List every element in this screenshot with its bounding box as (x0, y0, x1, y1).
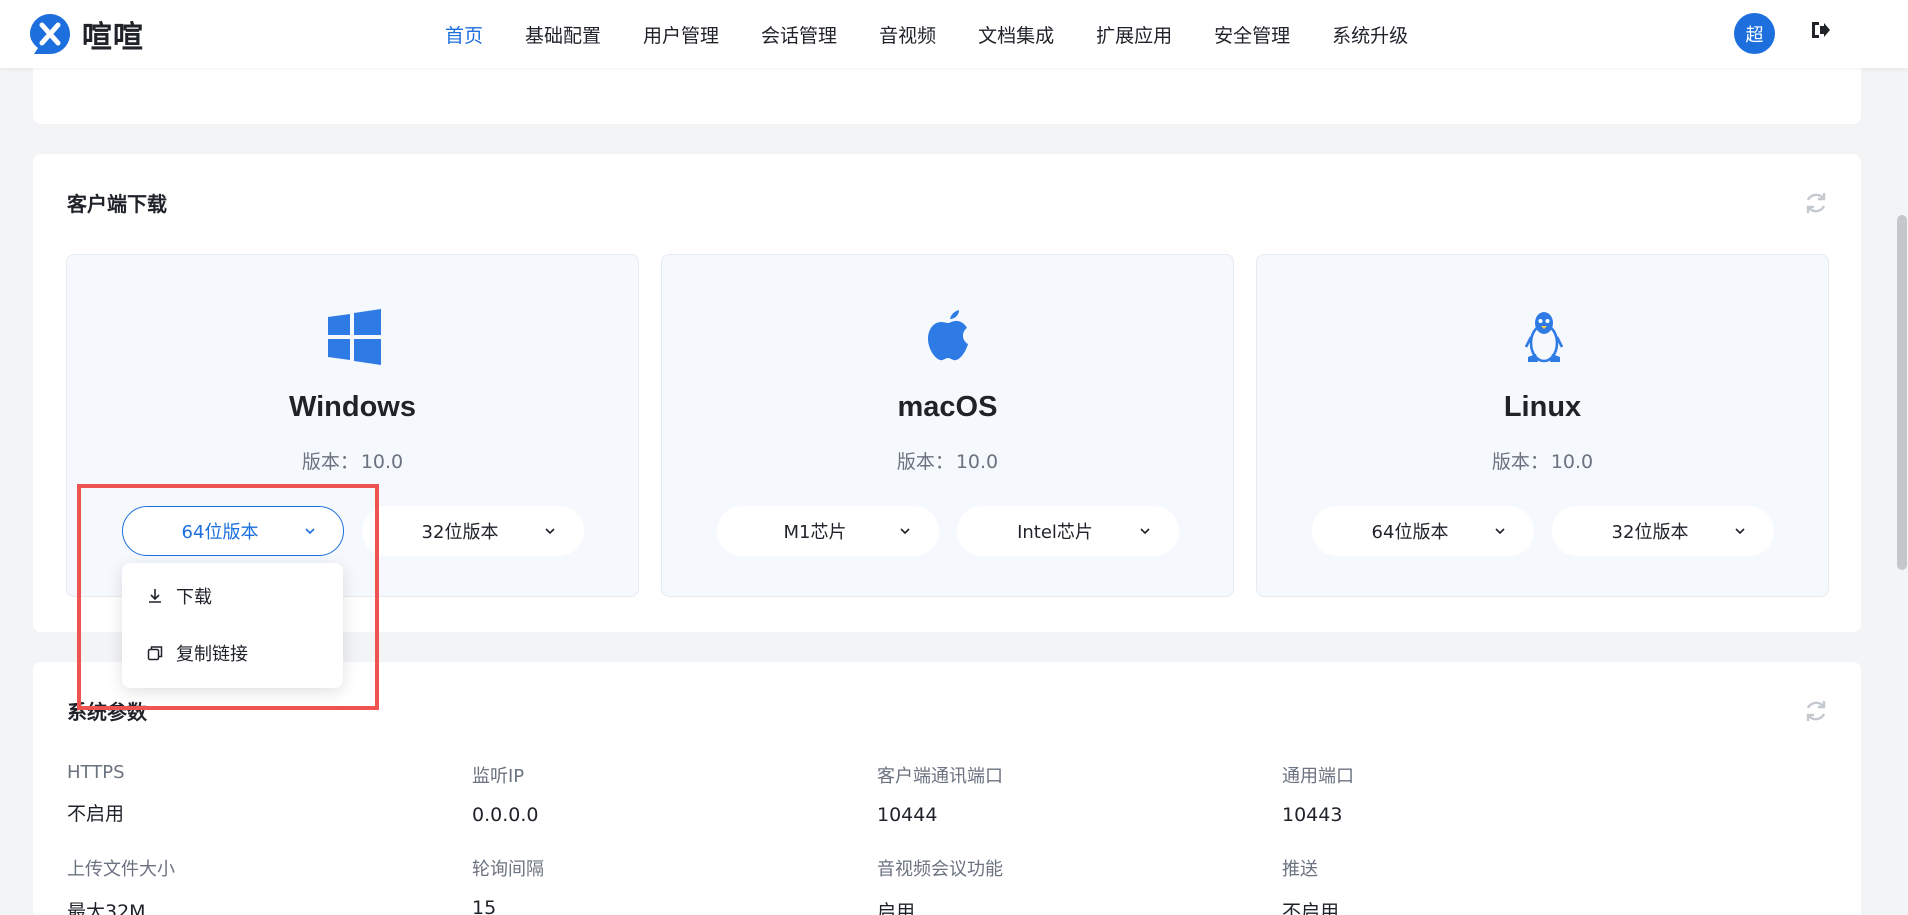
nav-session-management[interactable]: 会话管理 (761, 21, 837, 48)
param-value: 启用 (877, 901, 916, 915)
param-label: 轮询间隔 (472, 859, 544, 880)
version-label: 版本： (301, 451, 359, 473)
chevron-down-icon (545, 528, 555, 535)
chevron-down-icon (1495, 528, 1505, 535)
platform-name: macOS (897, 391, 998, 423)
chevron-down-icon (305, 528, 315, 535)
nav-home[interactable]: 首页 (445, 21, 483, 48)
param-label: 监听IP (472, 766, 525, 787)
section-title: 客户端下载 (67, 192, 167, 216)
linux-icon (1524, 312, 1564, 363)
nav-extensions[interactable]: 扩展应用 (1096, 21, 1172, 48)
platform-panel-linux: Linux 版本： 10.0 64位版本 32位版本 (1256, 254, 1829, 597)
version-label: 版本： (1491, 451, 1549, 473)
platform-version: 版本： 10.0 (1257, 447, 1828, 474)
nav-system-upgrade[interactable]: 系统升级 (1332, 21, 1408, 48)
dropdown-item-copy-link[interactable]: 复制链接 (146, 638, 248, 668)
download-m1-button[interactable]: M1芯片 (717, 506, 939, 556)
platform-version: 版本： 10.0 (67, 447, 638, 474)
user-avatar[interactable]: 超 (1734, 13, 1775, 54)
dropdown-item-label: 下载 (176, 587, 212, 608)
param-common-port: 通用端口 10443 (1282, 762, 1354, 826)
param-value: 不启用 (1282, 901, 1340, 915)
top-navbar: 喧喧 首页 基础配置 用户管理 会话管理 音视频 文档集成 扩展应用 安全管理 … (0, 0, 1908, 68)
platform-panel-windows: Windows 版本： 10.0 64位版本 32位版本 (66, 254, 639, 597)
version-value: 10.0 (955, 451, 999, 473)
button-label: 32位版本 (421, 522, 499, 543)
button-label: 32位版本 (1611, 522, 1689, 543)
button-label: 64位版本 (1371, 522, 1449, 543)
download-32bit-button[interactable]: 32位版本 (362, 506, 584, 556)
param-value: 0.0.0.0 (472, 804, 539, 826)
dropdown-item-download[interactable]: 下载 (146, 581, 212, 611)
logout-icon[interactable] (1808, 18, 1832, 42)
version-value: 10.0 (360, 451, 404, 473)
param-listen-ip: 监听IP 0.0.0.0 (472, 762, 538, 826)
nav-document-integration[interactable]: 文档集成 (978, 21, 1054, 48)
platform-version: 版本： 10.0 (662, 447, 1233, 474)
button-label: 64位版本 (181, 522, 259, 543)
download-32bit-button[interactable]: 32位版本 (1552, 506, 1774, 556)
param-value: 不启用 (67, 803, 125, 825)
version-value: 10.0 (1550, 451, 1594, 473)
param-value: 10443 (1282, 804, 1343, 826)
version-label: 版本： (896, 451, 954, 473)
param-value: 10444 (877, 804, 938, 826)
param-upload-size: 上传文件大小 最大32M (67, 855, 175, 915)
param-label: 通用端口 (1282, 766, 1354, 787)
param-value: 15 (472, 897, 497, 915)
param-value: 最大32M (67, 901, 146, 915)
nav-audio-video[interactable]: 音视频 (879, 21, 936, 48)
chevron-down-icon (900, 528, 910, 535)
main-nav: 首页 基础配置 用户管理 会话管理 音视频 文档集成 扩展应用 安全管理 系统升… (445, 0, 1450, 68)
param-av-conference: 音视频会议功能 启用 (877, 855, 1003, 915)
button-label: Intel芯片 (1017, 522, 1093, 543)
param-https: HTTPS 不启用 (67, 762, 125, 826)
brand-logo-icon (30, 14, 70, 54)
download-icon (149, 589, 161, 603)
chevron-down-icon (1140, 528, 1150, 535)
param-poll-interval: 轮询间隔 15 (472, 855, 544, 915)
download-64bit-button[interactable]: 64位版本 (1312, 506, 1534, 556)
button-label: M1芯片 (783, 522, 847, 543)
param-label: 客户端通讯端口 (877, 766, 1003, 787)
apple-icon (928, 310, 968, 361)
platform-panel-macos: macOS 版本： 10.0 M1芯片 Intel芯片 (661, 254, 1234, 597)
logo[interactable]: 喧喧 (28, 10, 144, 58)
windows-icon (328, 309, 381, 365)
system-params-card: 系统参数 HTTPS 不启用 监听IP 0.0.0.0 客户端通讯端口 1044… (33, 662, 1861, 915)
platform-name: Windows (288, 391, 416, 423)
param-label: 推送 (1282, 859, 1318, 880)
param-label: 音视频会议功能 (877, 859, 1003, 880)
section-title: 系统参数 (67, 700, 147, 724)
refresh-icon[interactable] (1803, 698, 1829, 724)
copy-icon (147, 646, 163, 661)
platform-name: Linux (1503, 391, 1582, 423)
param-label: 上传文件大小 (67, 859, 175, 880)
download-intel-button[interactable]: Intel芯片 (957, 506, 1179, 556)
nav-security-management[interactable]: 安全管理 (1214, 21, 1290, 48)
download-64bit-button[interactable]: 64位版本 (122, 506, 344, 556)
nav-user-management[interactable]: 用户管理 (643, 21, 719, 48)
brand-name: 喧喧 (82, 20, 144, 55)
refresh-icon[interactable] (1803, 190, 1829, 216)
param-push: 推送 不启用 (1282, 855, 1339, 915)
scrollbar-thumb[interactable] (1897, 215, 1907, 570)
param-client-port: 客户端通讯端口 10444 (877, 762, 1003, 826)
client-download-card: 客户端下载 Windows 版本： 10.0 64位版本 32位版本 macOS… (33, 154, 1861, 632)
download-dropdown-menu: 下载 复制链接 (122, 563, 343, 688)
dropdown-item-label: 复制链接 (176, 644, 248, 665)
param-label: HTTPS (67, 762, 125, 783)
chevron-down-icon (1735, 528, 1745, 535)
nav-basic-config[interactable]: 基础配置 (525, 21, 601, 48)
